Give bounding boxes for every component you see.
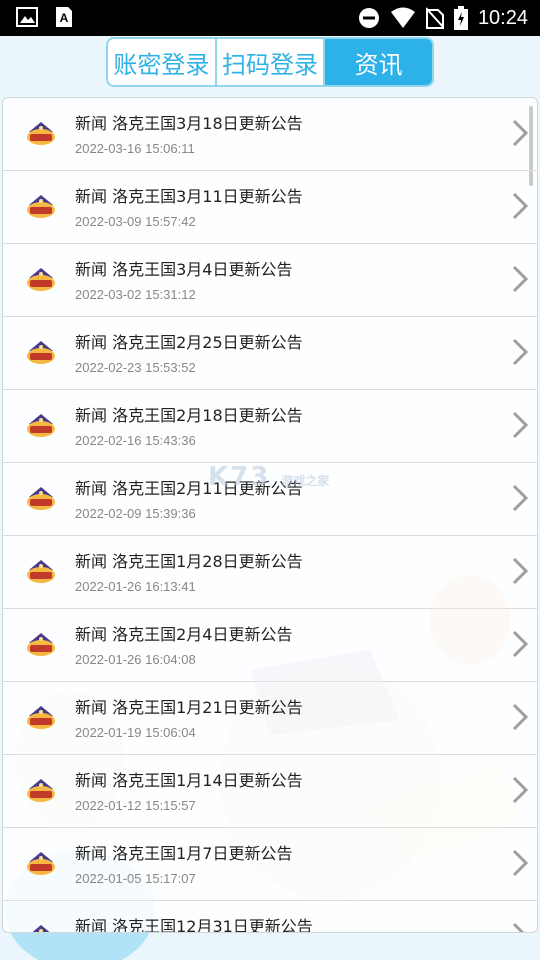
news-date: 2022-01-12 15:15:57 xyxy=(75,798,196,813)
news-date: 2022-02-23 15:53:52 xyxy=(75,360,196,375)
chevron-right-icon xyxy=(512,265,529,293)
news-list-item[interactable]: 新闻 洛克王国12月31日更新公告 xyxy=(3,901,537,933)
status-bar: A 10:24 xyxy=(0,0,540,36)
game-logo-icon xyxy=(27,122,55,145)
chevron-right-icon xyxy=(512,776,529,804)
news-date: 2022-01-26 16:13:41 xyxy=(75,579,196,594)
news-title: 新闻 洛克王国3月11日更新公告 xyxy=(75,187,303,206)
minus-circle-icon xyxy=(358,8,379,28)
chevron-right-icon xyxy=(512,703,529,731)
news-title: 新闻 洛克王国2月4日更新公告 xyxy=(75,625,293,644)
news-date: 2022-03-16 15:06:11 xyxy=(75,141,195,156)
news-date: 2022-03-02 15:31:12 xyxy=(75,287,196,302)
text-a-icon: A xyxy=(56,7,72,27)
game-logo-icon xyxy=(27,414,55,437)
image-icon xyxy=(16,7,38,27)
chevron-right-icon xyxy=(512,338,529,366)
no-sim-icon xyxy=(425,7,444,29)
news-title: 新闻 洛克王国1月14日更新公告 xyxy=(75,771,303,790)
news-list-item[interactable]: 新闻 洛克王国1月7日更新公告 2022-01-05 15:17:07 xyxy=(3,828,537,901)
tab-news[interactable]: 资讯 xyxy=(325,39,432,85)
tab-qr-login[interactable]: 扫码登录 xyxy=(217,39,326,85)
news-list-item[interactable]: 新闻 洛克王国2月11日更新公告 2022-02-09 15:39:36 xyxy=(3,463,537,536)
game-logo-icon xyxy=(32,925,50,932)
news-title: 新闻 洛克王国12月31日更新公告 xyxy=(75,917,313,933)
chevron-right-icon xyxy=(512,557,529,585)
news-list[interactable]: 新闻 洛克王国3月18日更新公告 2022-03-16 15:06:11 新闻 洛克… xyxy=(2,97,538,933)
news-date: 2022-01-05 15:17:07 xyxy=(75,871,196,886)
news-title: 新闻 洛克王国1月21日更新公告 xyxy=(75,698,303,717)
game-logo-icon xyxy=(27,560,55,583)
battery-icon xyxy=(453,6,468,30)
news-list-item[interactable]: 新闻 洛克王国1月14日更新公告 2022-01-12 15:15:57 xyxy=(3,755,537,828)
game-logo-icon xyxy=(27,487,55,510)
login-tabs: 账密登录 扫码登录 资讯 xyxy=(106,37,434,87)
game-logo-icon xyxy=(27,779,55,802)
news-title: 新闻 洛克王国2月18日更新公告 xyxy=(75,406,303,425)
game-logo-icon xyxy=(27,633,55,656)
chevron-right-icon xyxy=(512,119,529,147)
news-list-item[interactable]: 新闻 洛克王国1月28日更新公告 2022-01-26 16:13:41 xyxy=(3,536,537,609)
chevron-right-icon xyxy=(512,411,529,439)
news-title: 新闻 洛克王国3月4日更新公告 xyxy=(75,260,293,279)
news-list-item[interactable]: 新闻 洛克王国2月4日更新公告 2022-01-26 16:04:08 xyxy=(3,609,537,682)
game-logo-icon xyxy=(27,195,55,218)
news-list-item[interactable]: 新闻 洛克王国3月11日更新公告 2022-03-09 15:57:42 xyxy=(3,171,537,244)
game-logo-icon xyxy=(27,268,55,291)
news-date: 2022-01-26 16:04:08 xyxy=(75,652,196,667)
news-date: 2022-02-09 15:39:36 xyxy=(75,506,196,521)
news-title: 新闻 洛克王国2月25日更新公告 xyxy=(75,333,303,352)
news-list-item[interactable]: 新闻 洛克王国2月18日更新公告 2022-02-16 15:43:36 xyxy=(3,390,537,463)
news-title: 新闻 洛克王国1月7日更新公告 xyxy=(75,844,293,863)
news-date: 2022-02-16 15:43:36 xyxy=(75,433,196,448)
tab-password-login[interactable]: 账密登录 xyxy=(108,39,217,85)
chevron-right-icon xyxy=(512,922,525,932)
news-title: 新闻 洛克王国2月11日更新公告 xyxy=(75,479,303,498)
chevron-right-icon xyxy=(512,849,529,877)
clock: 10:24 xyxy=(477,6,528,29)
news-list-item[interactable]: 新闻 洛克王国3月4日更新公告 2022-03-02 15:31:12 xyxy=(3,244,537,317)
news-title: 新闻 洛克王国3月18日更新公告 xyxy=(75,114,303,133)
chevron-right-icon xyxy=(512,484,529,512)
news-date: 2022-03-09 15:57:42 xyxy=(75,214,196,229)
svg-text:A: A xyxy=(60,11,69,25)
game-logo-icon xyxy=(27,852,55,875)
news-list-item[interactable]: 新闻 洛克王国2月25日更新公告 2022-02-23 15:53:52 xyxy=(3,317,537,390)
news-list-item[interactable]: 新闻 洛克王国1月21日更新公告 2022-01-19 15:06:04 xyxy=(3,682,537,755)
news-list-item[interactable]: 新闻 洛克王国3月18日更新公告 2022-03-16 15:06:11 xyxy=(3,98,537,171)
news-date: 2022-01-19 15:06:04 xyxy=(75,725,196,740)
game-logo-icon xyxy=(27,706,55,729)
chevron-right-icon xyxy=(512,630,529,658)
wifi-icon xyxy=(390,7,415,28)
game-logo-icon xyxy=(27,341,55,364)
chevron-right-icon xyxy=(512,192,529,220)
news-title: 新闻 洛克王国1月28日更新公告 xyxy=(75,552,303,571)
